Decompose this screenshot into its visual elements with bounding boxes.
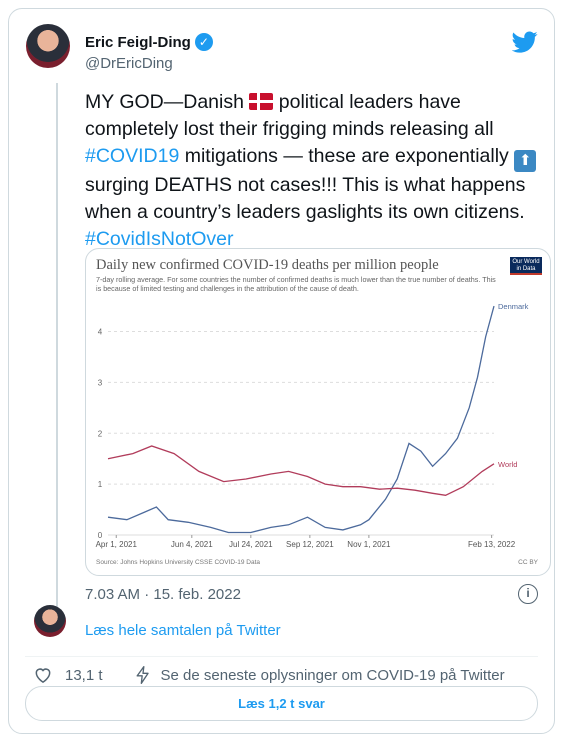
x-tick-label: Nov 1, 2021 xyxy=(347,540,391,549)
x-tick-label: Jun 4, 2021 xyxy=(171,540,213,549)
x-tick-label: Apr 1, 2021 xyxy=(96,540,138,549)
y-tick-label: 3 xyxy=(98,378,103,387)
series-label-world: World xyxy=(498,460,517,469)
chart-license: CC BY xyxy=(518,559,538,566)
tweet-text-part: MY GOD—Danish xyxy=(85,91,250,113)
twitter-bird-icon[interactable] xyxy=(512,29,538,55)
covid-info-link[interactable]: Se de seneste oplysninger om COVID-19 på… xyxy=(161,667,505,684)
denmark-flag-icon xyxy=(249,93,274,110)
x-tick-label: Sep 12, 2021 xyxy=(286,540,334,549)
author-avatar[interactable] xyxy=(26,24,70,68)
like-count[interactable]: 13,1 t xyxy=(65,667,103,684)
tweet-timestamp[interactable]: 7.03 AM · 15. feb. 2022 xyxy=(85,586,241,603)
author-handle[interactable]: @DrEricDing xyxy=(85,55,173,72)
read-conversation-link[interactable]: Læs hele samtalen på Twitter xyxy=(85,622,281,639)
conversation-avatar[interactable] xyxy=(34,605,66,637)
y-tick-label: 0 xyxy=(98,531,103,540)
thread-line xyxy=(56,83,58,617)
tweet-text-part: surging DEATHS not cases!!! This is what… xyxy=(85,174,526,223)
lightning-icon xyxy=(136,666,149,684)
tweet-text: MY GOD—Danish political leaders have com… xyxy=(85,89,545,253)
chart-source: Source: Johns Hopkins University CSSE CO… xyxy=(96,559,261,566)
y-tick-label: 4 xyxy=(98,328,103,337)
author-name[interactable]: Eric Feigl-Ding xyxy=(85,34,191,51)
x-tick-label: Jul 24, 2021 xyxy=(229,540,273,549)
chart-plot: 0 1 2 3 4 Apr 1, 2021 Jun 4, 2021 Jul 24, 2021 S… xyxy=(96,302,529,549)
hashtag-covid19[interactable]: #COVID19 xyxy=(85,145,179,167)
hashtag-covidisnotover[interactable]: #CovidIsNotOver xyxy=(85,228,233,250)
series-line-denmark xyxy=(107,305,495,534)
series-label-denmark: Denmark xyxy=(498,302,529,311)
heart-icon[interactable] xyxy=(33,665,53,685)
author-name-row[interactable]: Eric Feigl-Ding ✓ xyxy=(85,33,213,51)
tweet-text-part: mitigations — these are exponentially xyxy=(179,145,515,167)
tweet-card: Eric Feigl-Ding ✓ @DrEricDing MY GOD—Dan… xyxy=(8,8,555,734)
y-tick-label: 1 xyxy=(98,480,103,489)
y-tick-label: 2 xyxy=(98,429,103,438)
x-tick-label: Feb 13, 2022 xyxy=(468,540,516,549)
verified-badge-icon: ✓ xyxy=(194,33,213,51)
read-replies-button[interactable]: Læs 1,2 t svar xyxy=(25,686,538,721)
up-arrow-icon: ⬆ xyxy=(514,150,537,172)
action-bar: 13,1 t Se de seneste oplysninger om COVI… xyxy=(33,665,505,685)
chart-image[interactable]: Daily new confirmed COVID-19 deaths per … xyxy=(85,248,551,576)
divider xyxy=(25,656,538,657)
info-icon[interactable]: i xyxy=(518,584,538,604)
series-line-world xyxy=(107,445,495,496)
